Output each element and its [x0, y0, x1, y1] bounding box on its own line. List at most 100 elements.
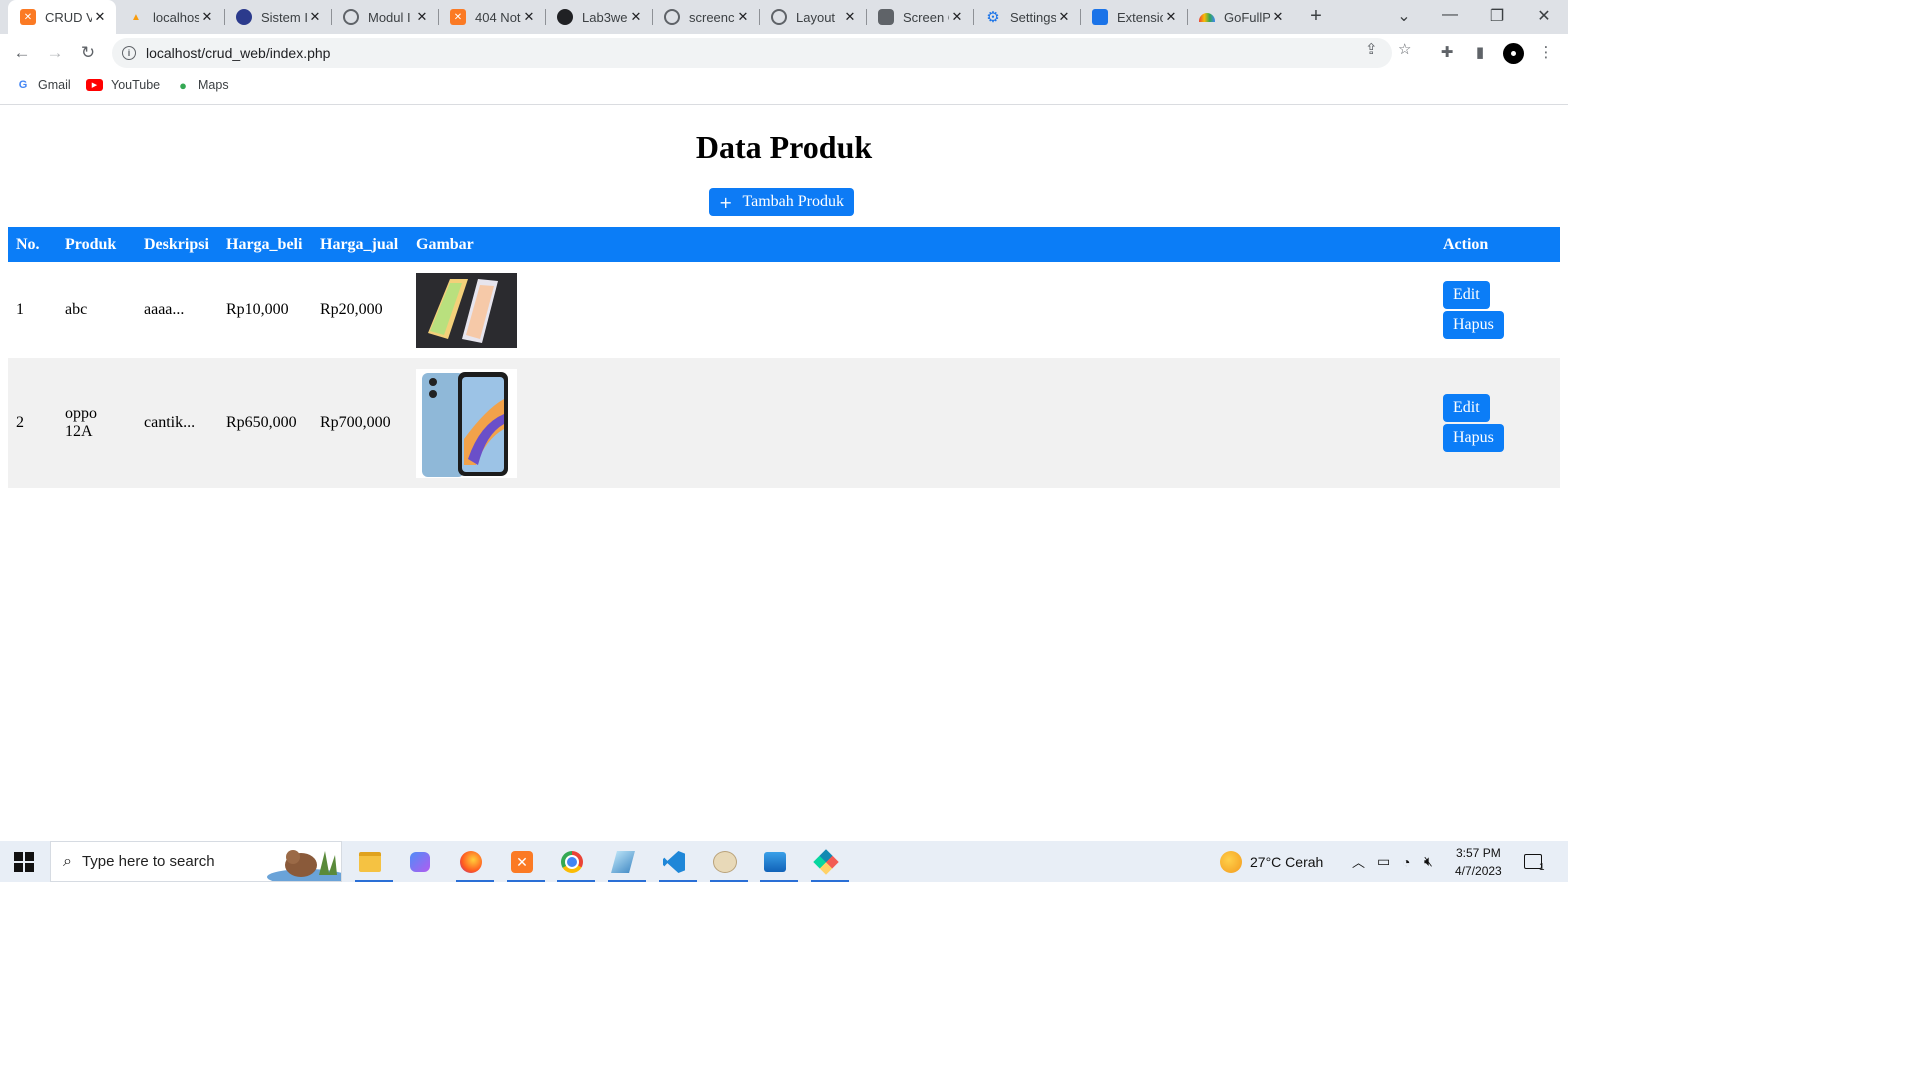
tab-layout[interactable]: Layout ✕ [759, 0, 866, 34]
weather-widget[interactable]: 27°C Cerah [1220, 841, 1323, 882]
cell-deskripsi: aaaa... [136, 262, 218, 358]
bookmark-gmail[interactable]: G Gmail [16, 78, 71, 92]
wifi-icon[interactable]: ◔ [1402, 841, 1410, 882]
vscode-icon[interactable] [658, 847, 697, 882]
share-icon[interactable]: ⇪ [1365, 40, 1378, 58]
tab-title: Screen C [903, 9, 949, 25]
side-panel-icon[interactable]: ▮ [1469, 42, 1491, 64]
delete-button[interactable]: Hapus [1443, 424, 1504, 452]
globe-icon [771, 9, 787, 25]
tab-title: localhos [153, 9, 199, 25]
tab-title: Settings [1010, 9, 1056, 25]
maps-icon: ● [179, 77, 187, 93]
bookmark-maps[interactable]: ● Maps [176, 77, 229, 93]
cell-produk: oppo 12A [57, 358, 136, 488]
close-icon[interactable]: ✕ [414, 9, 430, 25]
extensions-puzzle-icon[interactable]: ✚ [1436, 42, 1458, 64]
snipping-tool-icon[interactable] [607, 847, 646, 882]
browser-toolbar: ← → ↻ i localhost/crud_web/index.php ⇪ ☆… [0, 34, 1568, 72]
git-app-icon[interactable] [810, 847, 849, 882]
table-row: 2 oppo 12A cantik... Rp650,000 Rp700,000 [8, 358, 1560, 488]
tab-404[interactable]: ✕ 404 Not ✕ [438, 0, 545, 34]
notification-icon[interactable]: 1 [1524, 841, 1545, 882]
delete-button[interactable]: Hapus [1443, 311, 1504, 339]
tab-sistem[interactable]: Sistem I ✕ [224, 0, 331, 34]
profile-avatar[interactable] [1503, 43, 1524, 64]
tab-settings[interactable]: ⚙ Settings ✕ [973, 0, 1080, 34]
url-text[interactable]: localhost/crud_web/index.php [146, 45, 330, 61]
column-header: Deskripsi [136, 227, 218, 262]
product-image [416, 368, 517, 478]
firefox-icon[interactable] [455, 847, 494, 882]
close-icon[interactable]: ✕ [521, 9, 537, 25]
tab-localhost[interactable]: ▲ localhos ✕ [116, 0, 223, 34]
search-highlight-icon [267, 850, 341, 881]
back-button[interactable]: ← [11, 42, 33, 64]
column-header: Harga_jual [312, 227, 408, 262]
menu-kebab-icon[interactable]: ⋮ [1535, 42, 1557, 64]
page-content: Data Produk + Tambah Produk No. Produk D… [0, 105, 1568, 841]
tab-screenc[interactable]: screenc ✕ [652, 0, 759, 34]
tab-title: Extensio [1117, 9, 1163, 25]
tab-modul[interactable]: Modul I ✕ [331, 0, 438, 34]
cell-harga-jual: Rp700,000 [312, 358, 408, 488]
add-product-button[interactable]: + Tambah Produk [709, 188, 854, 216]
cell-action: Edit Hapus [1435, 262, 1560, 358]
globe-icon [664, 9, 680, 25]
close-icon[interactable]: ✕ [735, 9, 751, 25]
active-indicator [608, 880, 646, 882]
forward-button[interactable]: → [44, 42, 66, 64]
tab-extensions[interactable]: Extensio ✕ [1080, 0, 1187, 34]
close-icon[interactable]: ✕ [307, 9, 323, 25]
tray-chevron-icon[interactable]: ︿ [1352, 841, 1365, 882]
close-icon[interactable]: ✕ [1163, 9, 1179, 25]
tab-title: GoFullP [1224, 9, 1270, 25]
tab-screen-capture[interactable]: Screen C ✕ [866, 0, 973, 34]
close-icon[interactable]: ✕ [199, 9, 215, 25]
page-title: Data Produk [695, 129, 873, 165]
tab-gofull[interactable]: GoFullP ✕ [1187, 0, 1294, 34]
new-tab-button[interactable]: + [1306, 6, 1326, 26]
close-icon[interactable]: ✕ [1270, 9, 1286, 25]
plus-icon: + [719, 192, 733, 212]
tab-lab3[interactable]: Lab3we ✕ [545, 0, 652, 34]
tab-search-chevron-icon[interactable]: ⌄ [1392, 6, 1416, 26]
close-icon[interactable]: ✕ [949, 9, 965, 25]
gear-icon: ⚙ [986, 9, 1000, 26]
system-clock[interactable]: 3:57 PM 4/7/2023 [1455, 844, 1502, 880]
tab-crud[interactable]: ✕ CRUD V ✕ [8, 0, 116, 34]
close-icon[interactable]: ✕ [1056, 9, 1072, 25]
close-icon[interactable]: ✕ [842, 9, 858, 25]
cell-no: 2 [8, 358, 57, 488]
close-icon[interactable]: ✕ [92, 9, 108, 25]
close-window-button[interactable]: ✕ [1532, 6, 1556, 26]
cell-harga-beli: Rp650,000 [218, 358, 312, 488]
xampp-icon[interactable]: ✕ [506, 847, 545, 882]
address-bar[interactable]: i localhost/crud_web/index.php [112, 38, 1392, 68]
column-header: No. [8, 227, 57, 262]
paint-icon[interactable] [709, 847, 748, 882]
camera-icon [878, 9, 894, 25]
windows-start-icon[interactable] [14, 852, 34, 872]
bookmark-youtube[interactable]: ▶ YouTube [86, 78, 160, 92]
edit-button[interactable]: Edit [1443, 281, 1490, 309]
volume-muted-icon[interactable]: 🔇︎ [1424, 841, 1433, 882]
chrome-icon[interactable] [556, 847, 595, 882]
site-info-icon[interactable]: i [122, 46, 136, 60]
tab-title: screenc [689, 9, 735, 25]
reload-button[interactable]: ↻ [77, 42, 99, 64]
copilot-icon[interactable] [404, 847, 436, 877]
bookmark-star-icon[interactable]: ☆ [1398, 40, 1411, 58]
photos-icon[interactable] [759, 847, 798, 882]
edit-button[interactable]: Edit [1443, 394, 1490, 422]
cell-gambar [408, 262, 1435, 358]
tab-title: Layout [796, 9, 836, 25]
minimize-button[interactable]: — [1438, 6, 1462, 24]
active-indicator [710, 880, 748, 882]
battery-icon[interactable]: ▭ [1377, 841, 1390, 882]
file-explorer-icon[interactable] [354, 847, 393, 882]
taskbar-search[interactable]: ⌕ Type here to search [50, 841, 342, 882]
bookmark-label: Gmail [38, 78, 71, 92]
close-icon[interactable]: ✕ [628, 9, 644, 25]
restore-button[interactable]: ❐ [1485, 6, 1509, 26]
